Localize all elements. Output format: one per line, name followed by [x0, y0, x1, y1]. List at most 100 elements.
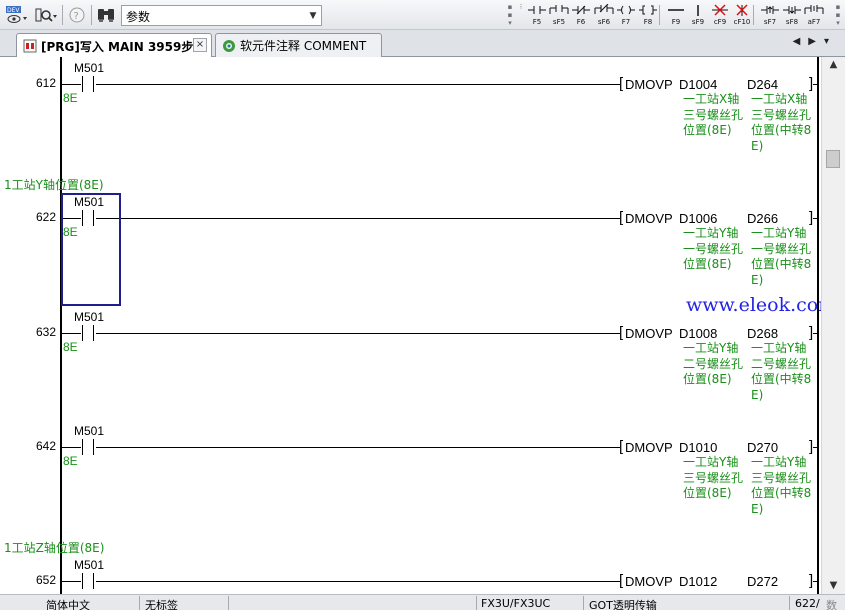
right-power-rail — [817, 57, 819, 594]
status-plc-type: FX3U/FX3UC — [481, 597, 551, 610]
parallel-rising-pulse-icon[interactable]: aF7 — [803, 3, 825, 28]
operand-combo[interactable]: 参数 ▼ — [121, 5, 322, 26]
fkey-label: sF8 — [785, 18, 799, 26]
contact-device[interactable]: M501 — [74, 61, 104, 75]
tab-bar: [PRG]写入 MAIN 3959步 × 软元件注释 COMMENT ◀▶▾ — [0, 30, 845, 58]
delete-vertical-line-icon[interactable]: cF10 — [731, 3, 753, 28]
contact-comment: 8E — [63, 454, 78, 468]
vertical-line-icon[interactable]: sF9 — [687, 3, 709, 28]
source-operand[interactable]: D1010 — [679, 440, 717, 455]
toolbar-grip-icon[interactable]: ▪ ▪ ▾ — [834, 3, 842, 27]
rising-pulse-contact-icon[interactable]: sF7 — [759, 3, 781, 28]
statement-comment: 1工站Y轴位置(8E) — [4, 178, 104, 192]
toolbar: DEV ? 参数 ▼ ▪ ▪ ▾ ⁝ F5 sF5 F6 sF6 F7 F8 F9 sF9 cF9 c… — [0, 0, 845, 30]
status-divider — [583, 596, 584, 610]
scroll-down-icon[interactable]: ▼ — [822, 578, 845, 594]
tab-program-main[interactable]: [PRG]写入 MAIN 3959步 × — [16, 33, 212, 58]
search-device-icon[interactable] — [33, 4, 59, 26]
horizontal-line-icon[interactable]: F9 — [665, 3, 687, 28]
destination-operand[interactable]: D266 — [747, 211, 778, 226]
contact-comment: 8E — [63, 91, 78, 105]
coil-icon[interactable]: F7 — [615, 3, 637, 28]
contact-device[interactable]: M501 — [74, 558, 104, 572]
instruction-bracket-left: [ — [619, 75, 624, 92]
rung-wire — [813, 333, 818, 334]
destination-operand[interactable]: D270 — [747, 440, 778, 455]
fkey-label: cF9 — [713, 18, 727, 26]
toolbar-separator — [91, 5, 92, 25]
chevron-down-icon[interactable]: ▼ — [305, 6, 321, 25]
instruction-bracket-left: [ — [619, 324, 624, 341]
binoculars-icon[interactable] — [95, 4, 117, 26]
fkey-label: cF10 — [733, 18, 751, 26]
source-operand[interactable]: D1008 — [679, 326, 717, 341]
close-icon[interactable]: × — [193, 38, 207, 52]
destination-comment: 一工站X轴三号螺丝孔位置(中转8E) — [751, 92, 812, 153]
tab-label: [PRG]写入 MAIN 3959步 — [41, 39, 194, 54]
status-divider — [476, 596, 477, 610]
edit-cursor[interactable] — [61, 193, 121, 306]
instruction-mnemonic[interactable]: DMOVP — [625, 574, 673, 589]
help-icon[interactable]: ? — [66, 4, 88, 26]
scroll-up-icon[interactable]: ▲ — [822, 57, 845, 73]
fkey-label: F5 — [532, 18, 542, 26]
svg-text:?: ? — [74, 11, 79, 22]
normally-open-contact-icon[interactable] — [82, 325, 94, 341]
toolbar-separator — [62, 5, 63, 25]
step-number: 622 — [35, 210, 56, 224]
toolbar-grip-icon: ⁝ — [519, 3, 523, 11]
normally-closed-contact-icon[interactable]: F6 — [570, 3, 592, 28]
contact-comment: 8E — [63, 340, 78, 354]
destination-operand[interactable]: D272 — [747, 574, 778, 589]
instruction-bracket-left: [ — [619, 209, 624, 226]
source-operand[interactable]: D1012 — [679, 574, 717, 589]
status-divider — [139, 596, 140, 610]
tab-comment[interactable]: 软元件注释 COMMENT — [215, 33, 382, 57]
source-operand[interactable]: D1004 — [679, 77, 717, 92]
rung-wire — [813, 84, 818, 85]
tab-label: 软元件注释 COMMENT — [240, 39, 367, 53]
tab-nav-arrows[interactable]: ◀▶▾ — [793, 36, 837, 47]
ladder-editor[interactable]: 1工站Y轴位置(8E) 1工站Z轴位置(8E) 612 M501 8E[DMOVP D… — [0, 57, 821, 594]
normally-open-contact-icon[interactable] — [82, 76, 94, 92]
rung-wire — [61, 84, 81, 85]
instruction-mnemonic[interactable]: DMOVP — [625, 440, 673, 455]
comment-icon — [223, 39, 235, 52]
device-monitor-icon[interactable]: DEV — [4, 4, 30, 26]
destination-operand[interactable]: D268 — [747, 326, 778, 341]
destination-operand[interactable]: D264 — [747, 77, 778, 92]
status-language: 简体中文 — [46, 599, 90, 610]
application-instruction-icon[interactable]: F8 — [637, 3, 659, 28]
contact-device[interactable]: M501 — [74, 424, 104, 438]
instruction-mnemonic[interactable]: DMOVP — [625, 326, 673, 341]
instruction-mnemonic[interactable]: DMOVP — [625, 77, 673, 92]
step-number: 652 — [35, 573, 56, 587]
source-comment: 一工站Y轴二号螺丝孔位置(8E) — [683, 341, 744, 386]
toolbar-separator — [659, 5, 660, 25]
fkey-label: F6 — [576, 18, 586, 26]
normally-open-contact-icon[interactable] — [82, 439, 94, 455]
source-comment: 一工站Y轴一号螺丝孔位置(8E) — [683, 226, 744, 271]
step-number: 612 — [35, 76, 56, 90]
parallel-open-contact-icon[interactable]: sF5 — [548, 3, 570, 28]
contact-device[interactable]: M501 — [74, 310, 104, 324]
rung-wire — [61, 447, 81, 448]
normally-open-contact-icon[interactable]: F5 — [526, 3, 548, 28]
source-operand[interactable]: D1006 — [679, 211, 717, 226]
parallel-closed-contact-icon[interactable]: sF6 — [593, 3, 615, 28]
instruction-mnemonic[interactable]: DMOVP — [625, 211, 673, 226]
fkey-label: F8 — [643, 18, 653, 26]
vertical-scrollbar[interactable]: ▲ ▼ — [821, 57, 845, 594]
status-step: 622/ — [795, 597, 820, 610]
fkey-label: sF9 — [691, 18, 705, 26]
source-comment: 一工站X轴三号螺丝孔位置(8E) — [683, 92, 744, 137]
rung-wire — [61, 333, 81, 334]
normally-open-contact-icon[interactable] — [82, 573, 94, 589]
destination-comment: 一工站Y轴三号螺丝孔位置(中转8E) — [751, 455, 812, 516]
toolbar-grip-icon[interactable]: ▪ ▪ ▾ — [506, 3, 514, 27]
falling-pulse-contact-icon[interactable]: sF8 — [781, 3, 803, 28]
delete-horizontal-line-icon[interactable]: cF9 — [709, 3, 731, 28]
rung-wire — [813, 447, 818, 448]
scroll-thumb[interactable] — [826, 150, 840, 168]
svg-text:DEV: DEV — [7, 7, 20, 14]
